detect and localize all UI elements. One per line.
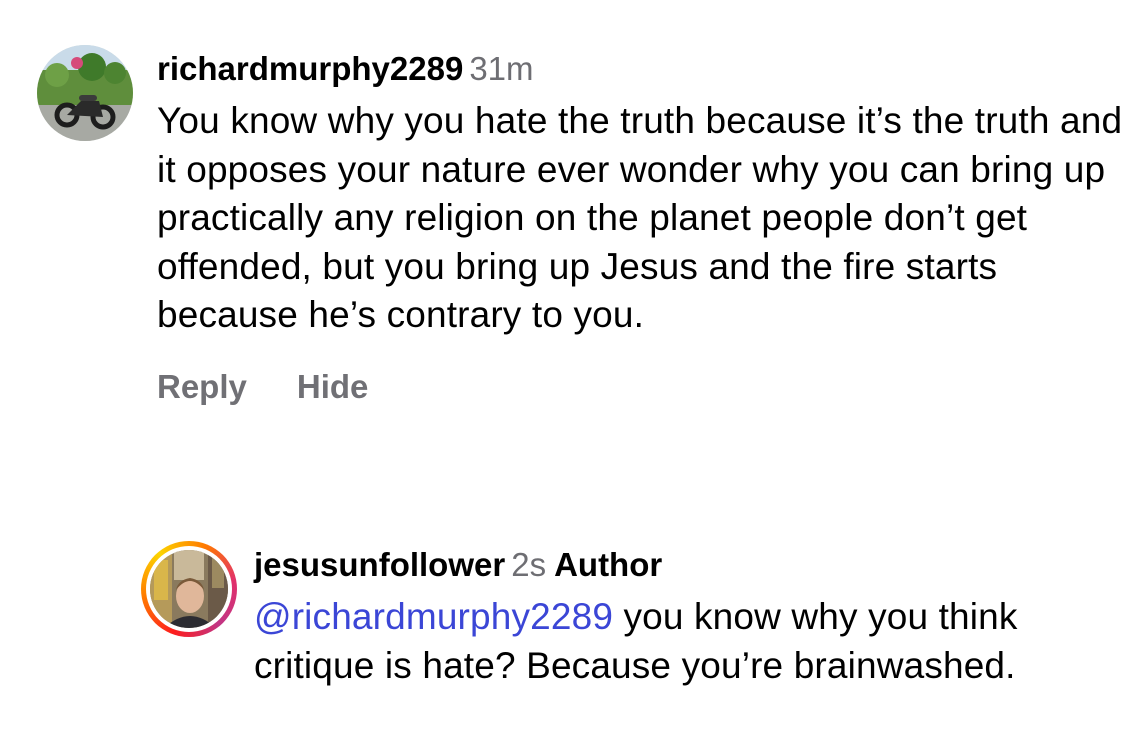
reply-text: @richardmurphy2289 you know why you thin…	[254, 593, 1134, 690]
avatar[interactable]	[150, 550, 228, 628]
avatar[interactable]	[37, 45, 133, 141]
hide-button[interactable]: Hide	[297, 368, 369, 406]
avatar-photo-motorcycle-icon	[37, 45, 133, 141]
comment-actions: Reply Hide	[157, 368, 1127, 406]
comment-header: richardmurphy2289 31m	[157, 47, 1127, 91]
reply-body: jesusunfollower 2s Author @richardmurphy22…	[254, 543, 1134, 690]
mention-link[interactable]: @richardmurphy2289	[254, 596, 613, 637]
author-badge: Author	[554, 546, 663, 583]
avatar-photo-man-icon	[150, 550, 228, 628]
reply-button[interactable]: Reply	[157, 368, 247, 406]
username[interactable]: richardmurphy2289	[157, 50, 463, 87]
comment-text: You know why you hate the truth because …	[157, 100, 1123, 335]
username[interactable]: jesusunfollower	[254, 546, 505, 583]
timestamp: 31m	[469, 50, 534, 87]
comment-body: richardmurphy2289 31m You know why you ha…	[157, 47, 1127, 406]
timestamp: 2s	[511, 546, 547, 583]
reply-header: jesusunfollower 2s Author	[254, 543, 1134, 587]
